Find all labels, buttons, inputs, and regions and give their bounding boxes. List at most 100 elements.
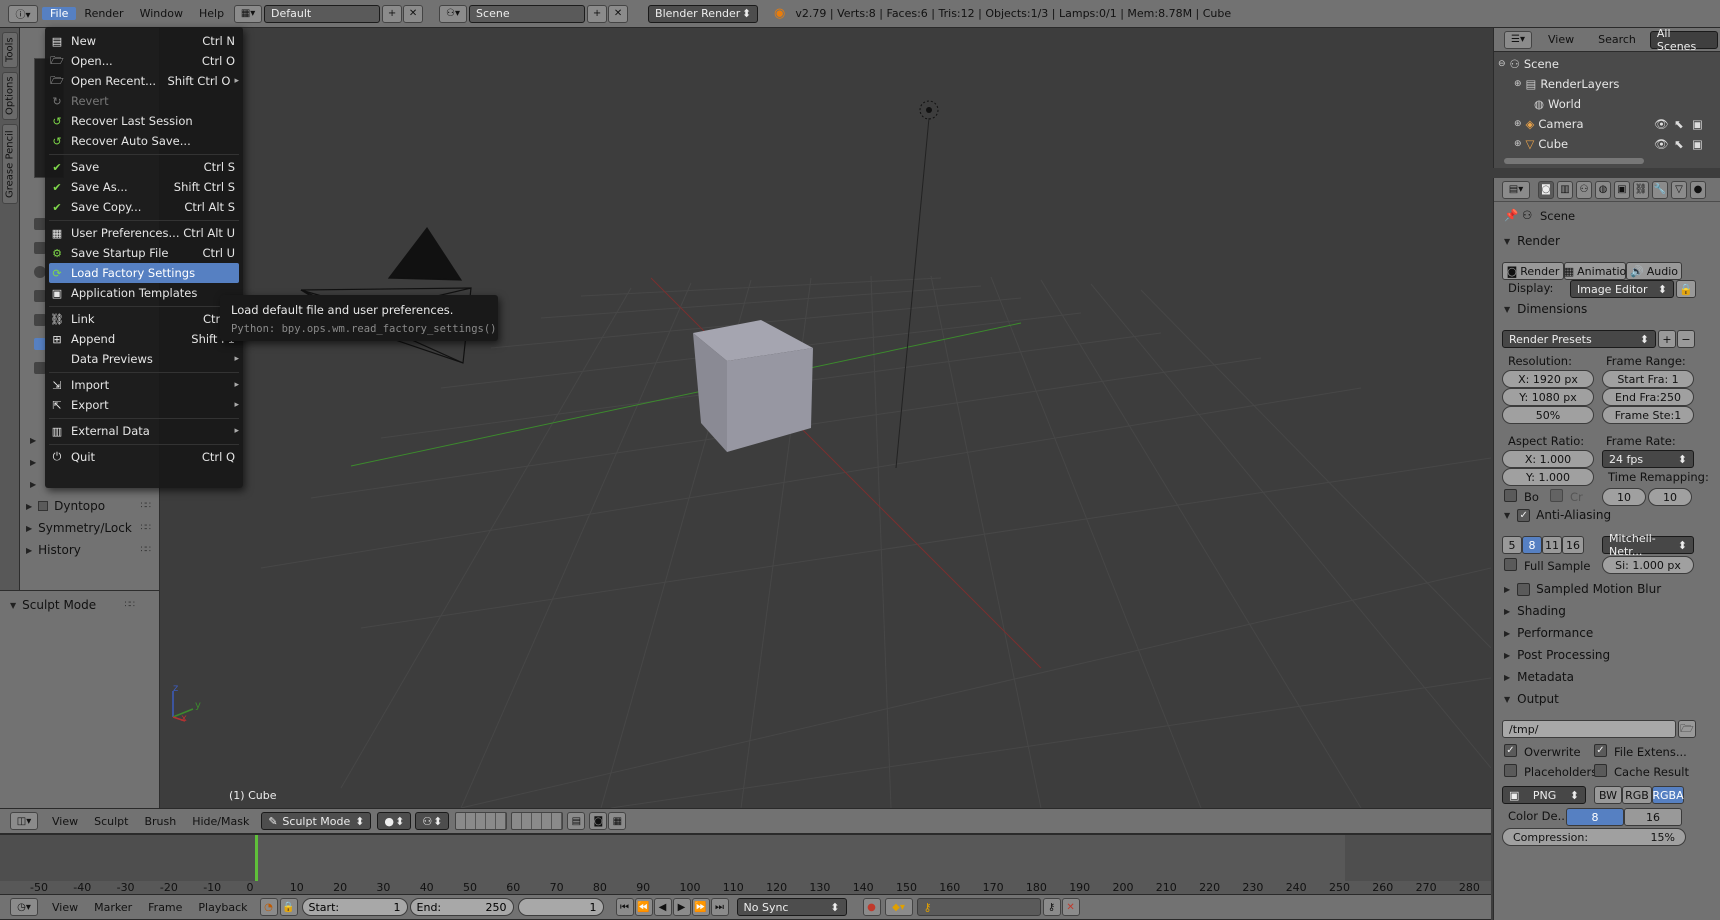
timeline-frame-menu[interactable]: Frame xyxy=(140,901,190,914)
viewport-brush-menu[interactable]: Brush xyxy=(136,815,184,828)
panel-history[interactable]: ▶ History ∷∷ xyxy=(26,540,154,560)
outliner-row-world[interactable]: ◍ World xyxy=(1494,94,1720,114)
file-menu-item-recover-last-session[interactable]: ↺ Recover Last Session xyxy=(49,111,239,131)
tab-grease-pencil[interactable]: Grease Pencil xyxy=(2,124,18,204)
modifiers-tab-icon[interactable]: 🔧 xyxy=(1652,180,1668,199)
play-reverse-icon[interactable]: ◀ xyxy=(653,898,672,916)
output-path-field[interactable]: /tmp/ xyxy=(1502,720,1676,738)
color-mode-rgba[interactable]: RGBA xyxy=(1652,786,1684,804)
panel-render[interactable]: ▼ Render xyxy=(1504,234,1560,248)
placeholders-checkbox[interactable] xyxy=(1504,764,1517,777)
current-frame-field[interactable]: 1 xyxy=(517,898,604,916)
tab-tools[interactable]: Tools xyxy=(2,32,18,68)
jump-keyframe-forward-icon[interactable]: ⏩ xyxy=(691,898,710,916)
layer-lock-icon[interactable]: ▤ xyxy=(567,812,586,830)
world-tab-icon[interactable]: ◍ xyxy=(1595,180,1611,199)
menu-window[interactable]: Window xyxy=(132,7,191,20)
3d-viewport[interactable]: z y x (1) Cube xyxy=(161,28,1491,808)
browse-folder-button[interactable]: 🗁 xyxy=(1678,720,1696,738)
playhead[interactable] xyxy=(255,835,258,881)
add-scene-icon[interactable]: + xyxy=(587,4,608,23)
start-frame-field[interactable]: Start Fra: 1 xyxy=(1602,370,1694,388)
delete-keyframe-icon[interactable]: ✕ xyxy=(1061,898,1080,916)
panel-dyntopo-check[interactable] xyxy=(38,501,49,511)
full-sample-checkbox[interactable] xyxy=(1504,558,1517,571)
layout-icon[interactable]: ▦▾ xyxy=(234,4,263,23)
sync-dropdown[interactable]: No Sync ⬍ xyxy=(736,898,847,916)
file-menu-item-load-factory-settings[interactable]: ⟳ Load Factory Settings xyxy=(49,263,239,283)
pivot-dropdown[interactable]: ⚇ ⬍ xyxy=(415,812,450,830)
cube[interactable] xyxy=(693,320,813,452)
outliner-row-cube[interactable]: ⊕ ▽ Cube 👁 ⬉ ▣ xyxy=(1494,134,1720,154)
panel-metadata[interactable]: ▶ Metadata xyxy=(1504,670,1574,684)
panel-sampled-motion-blur[interactable]: ▶ Sampled Motion Blur xyxy=(1504,582,1661,596)
panel-anti-aliasing[interactable]: ▼ ✓ Anti-Aliasing xyxy=(1504,508,1611,522)
outliner-search-menu[interactable]: Search xyxy=(1590,33,1644,46)
outliner-row-scene[interactable]: ⊖ ⚇ Scene xyxy=(1494,54,1720,74)
panel-sculpt-mode[interactable]: ▼ Sculpt Mode ∷∷ xyxy=(10,595,138,615)
overwrite-checkbox[interactable]: ✓ xyxy=(1504,744,1517,757)
file-menu-item-link[interactable]: ⛓ Link Ctrl A xyxy=(49,309,239,329)
render-presets-dropdown[interactable]: Render Presets ⬍ xyxy=(1502,330,1656,348)
animation-button[interactable]: ▦ Animatio xyxy=(1564,262,1626,280)
file-menu-item-recover-auto-save[interactable]: ↺ Recover Auto Save... xyxy=(49,131,239,151)
pin-icon[interactable]: 📌 xyxy=(1504,208,1518,222)
file-menu-item-save-as[interactable]: ✔ Save As... Shift Ctrl S xyxy=(49,177,239,197)
render-camera-icon[interactable]: ▣ xyxy=(1692,137,1703,151)
jump-keyframe-back-icon[interactable]: ⏪ xyxy=(634,898,653,916)
editor-type-icon[interactable]: ◫▾ xyxy=(10,812,38,830)
lamp[interactable] xyxy=(919,100,939,120)
file-extensions-checkbox[interactable]: ✓ xyxy=(1594,744,1607,757)
anti-aliasing-checkbox[interactable]: ✓ xyxy=(1517,508,1531,522)
data-tab-icon[interactable]: ▽ xyxy=(1671,180,1687,199)
render-opengl-icon[interactable]: ◙ xyxy=(589,812,608,830)
properties-editor-icon[interactable]: ▤▾ xyxy=(1502,180,1530,199)
color-depth-16[interactable]: 16 xyxy=(1624,808,1682,826)
layout-field[interactable]: Default xyxy=(264,4,381,23)
file-menu-item-data-previews[interactable]: Data Previews ▸ xyxy=(49,349,239,369)
panel-post-processing[interactable]: ▶ Post Processing xyxy=(1504,648,1610,662)
file-menu-item-save-copy[interactable]: ✔ Save Copy... Ctrl Alt S xyxy=(49,197,239,217)
remap-new-field[interactable]: 10 xyxy=(1648,488,1692,506)
panel-output[interactable]: ▼ Output xyxy=(1504,692,1559,706)
panel-dimensions[interactable]: ▼ Dimensions xyxy=(1504,302,1587,316)
select-arrow-icon[interactable]: ⬉ xyxy=(1674,137,1684,151)
frame-rate-dropdown[interactable]: 24 fps ⬍ xyxy=(1602,450,1694,468)
layer-buttons-2[interactable] xyxy=(511,812,564,830)
layers-tab-icon[interactable]: ▥ xyxy=(1557,180,1573,199)
insert-keyframe-icon[interactable]: ⚷ xyxy=(1042,898,1061,916)
end-frame-timeline[interactable]: End: 250 xyxy=(409,898,514,916)
render-camera-icon[interactable]: ▣ xyxy=(1692,117,1703,131)
expand-icon[interactable]: ⊕ xyxy=(1514,79,1522,89)
panel-dyntopo[interactable]: ▶ Dyntopo ∷∷ xyxy=(26,496,154,516)
menu-file[interactable]: File xyxy=(42,7,77,20)
keying-set-field[interactable]: ⚷ xyxy=(916,898,1041,916)
audio-button[interactable]: 🔊 Audio xyxy=(1626,262,1682,280)
compression-field[interactable]: Compression: 15% xyxy=(1502,828,1686,846)
visibility-eye-icon[interactable]: 👁 xyxy=(1654,137,1669,151)
expand-icon[interactable]: ⊖ xyxy=(1498,59,1506,69)
file-menu-item-new[interactable]: ▤ New Ctrl N xyxy=(49,31,239,51)
drag-handle-icon[interactable]: ∷∷ xyxy=(125,600,136,610)
display-dropdown[interactable]: Image Editor ⬍ xyxy=(1570,280,1674,298)
material-tab-icon[interactable]: ● xyxy=(1690,180,1706,199)
outliner-view-menu[interactable]: View xyxy=(1540,33,1582,46)
info-editor-icon[interactable]: ⓘ▾ xyxy=(8,4,38,23)
resolution-x-field[interactable]: X: 1920 px xyxy=(1502,370,1594,388)
file-menu-item-application-templates[interactable]: ▣ Application Templates xyxy=(49,283,239,303)
file-menu-item-user-preferences[interactable]: ▦ User Preferences... Ctrl Alt U xyxy=(49,223,239,243)
file-menu-item-export[interactable]: ⇱ Export ▸ xyxy=(49,395,239,415)
panel-performance[interactable]: ▶ Performance xyxy=(1504,626,1593,640)
filter-size-field[interactable]: Si: 1.000 px xyxy=(1602,556,1694,574)
aa-samples-5[interactable]: 5 xyxy=(1502,536,1522,554)
drag-handle-icon[interactable]: ∷∷ xyxy=(141,501,152,511)
drag-handle-icon[interactable]: ∷∷ xyxy=(141,523,152,533)
file-menu-item-save-startup-file[interactable]: ⚙ Save Startup File Ctrl U xyxy=(49,243,239,263)
timeline-view-menu[interactable]: View xyxy=(44,901,86,914)
frame-step-field[interactable]: Frame Ste:1 xyxy=(1602,406,1694,424)
select-arrow-icon[interactable]: ⬉ xyxy=(1674,117,1684,131)
outliner-editor-icon[interactable]: ☰▾ xyxy=(1504,30,1532,49)
file-menu-item-external-data[interactable]: ▥ External Data ▸ xyxy=(49,421,239,441)
motion-blur-checkbox[interactable] xyxy=(1517,582,1531,596)
resolution-percentage-field[interactable]: 50% xyxy=(1502,406,1594,424)
